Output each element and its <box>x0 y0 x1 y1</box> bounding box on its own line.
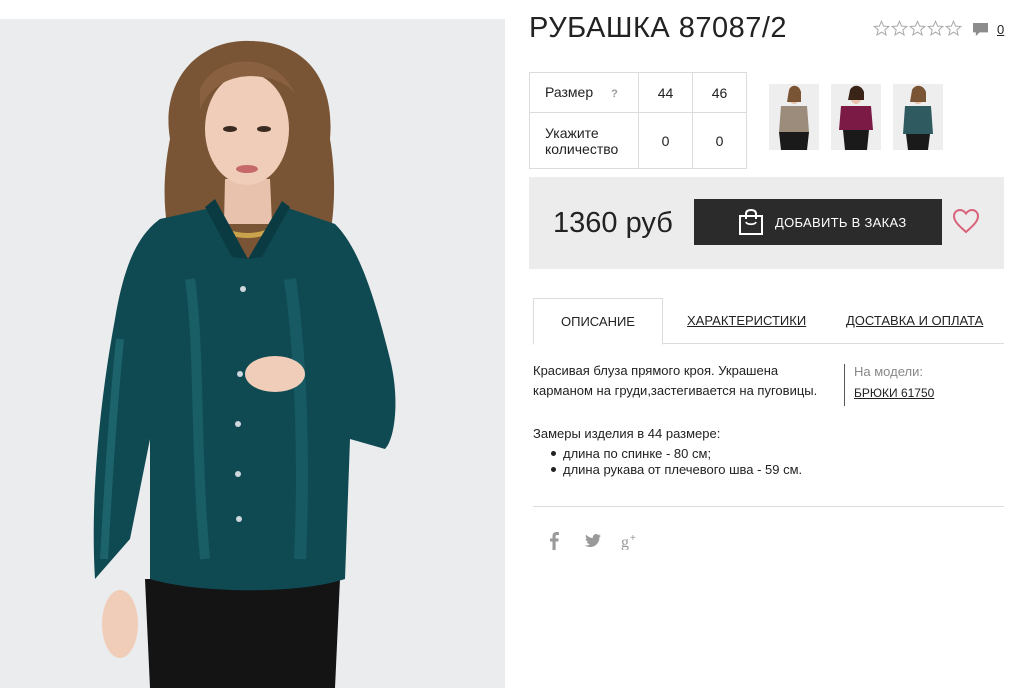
size-option-44[interactable]: 44 <box>638 72 693 113</box>
product-title: РУБАШКА 87087/2 <box>529 12 788 44</box>
google-plus-icon[interactable]: g + <box>621 531 641 551</box>
add-to-order-button[interactable]: ДОБАВИТЬ В ЗАКАЗ <box>694 199 942 245</box>
quantity-input-44[interactable]: 0 <box>638 112 693 169</box>
quantity-input-46[interactable]: 0 <box>692 112 747 169</box>
size-label-cell: Размер? <box>529 72 639 113</box>
list-item: длина по спинке - 80 см; <box>551 446 802 462</box>
product-description: Красивая блуза прямого кроя. Украшена ка… <box>533 363 818 398</box>
product-tabs: ОПИСАНИЕ ХАРАКТЕРИСТИКИ ДОСТАВКА И ОПЛАТ… <box>533 298 1004 345</box>
star-icon[interactable] <box>909 20 926 37</box>
comment-icon[interactable] <box>972 22 989 37</box>
quantity-label: Укажите количество <box>529 112 639 169</box>
buy-panel: 1360 руб ДОБАВИТЬ В ЗАКАЗ <box>529 177 1004 269</box>
svg-text:+: + <box>630 533 636 544</box>
on-model-box: На модели: БРЮКИ 61750 <box>844 364 934 406</box>
divider <box>533 506 1004 507</box>
shopping-bag-icon <box>739 208 763 235</box>
size-option-46[interactable]: 46 <box>692 72 747 113</box>
star-icon[interactable] <box>927 20 944 37</box>
twitter-icon[interactable] <box>583 531 603 551</box>
star-icon[interactable] <box>945 20 962 37</box>
add-to-order-label: ДОБАВИТЬ В ЗАКАЗ <box>775 214 907 230</box>
tab-delivery-payment[interactable]: ДОСТАВКА И ОПЛАТА <box>846 298 983 344</box>
star-icon[interactable] <box>891 20 908 37</box>
size-table: Размер? 44 46 Укажите количество 0 0 <box>529 72 747 169</box>
social-share: g + <box>545 531 641 551</box>
tab-description[interactable]: ОПИСАНИЕ <box>533 298 663 345</box>
thumbnail-variant-beige[interactable] <box>769 84 819 150</box>
measures-list: длина по спинке - 80 см; длина рукава от… <box>551 446 802 478</box>
on-model-link[interactable]: БРЮКИ 61750 <box>854 386 934 400</box>
product-price: 1360 руб <box>553 207 673 239</box>
comment-count-link[interactable]: 0 <box>997 22 1004 37</box>
on-model-label: На модели: <box>854 364 923 379</box>
tab-characteristics[interactable]: ХАРАКТЕРИСТИКИ <box>687 298 806 344</box>
rating-stars[interactable] <box>873 20 962 37</box>
color-variant-thumbnails <box>769 84 943 150</box>
thumbnail-variant-teal[interactable] <box>893 84 943 150</box>
measures-title: Замеры изделия в 44 размере: <box>533 426 721 441</box>
list-item: длина рукава от плечевого шва - 59 см. <box>551 462 802 478</box>
svg-text:g: g <box>621 534 629 550</box>
star-icon[interactable] <box>873 20 890 37</box>
wishlist-heart-icon[interactable] <box>952 208 980 234</box>
facebook-icon[interactable] <box>545 531 565 551</box>
help-icon[interactable]: ? <box>611 86 618 102</box>
thumbnail-variant-burgundy[interactable] <box>831 84 881 150</box>
product-main-image[interactable] <box>0 19 505 688</box>
size-label: Размер <box>545 83 594 100</box>
